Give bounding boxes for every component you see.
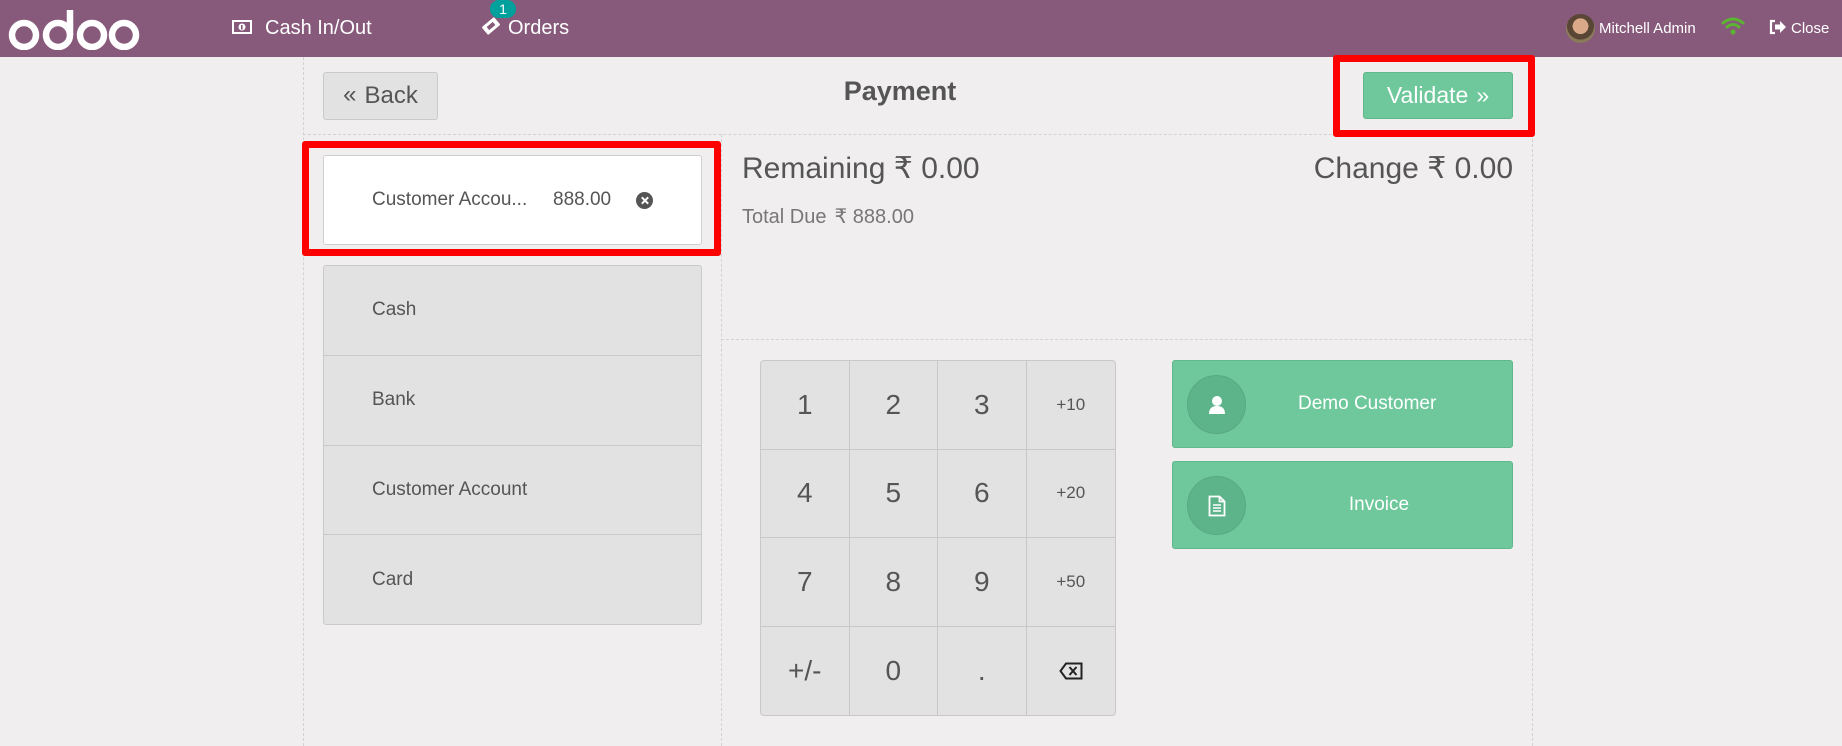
payment-methods-list: Cash Bank Customer Account Card xyxy=(323,265,702,625)
payment-line[interactable]: Customer Accou... 888.00 xyxy=(323,155,702,245)
payment-method-bank[interactable]: Bank xyxy=(324,356,701,446)
remove-payment-line-icon[interactable] xyxy=(636,192,653,209)
user-menu[interactable]: Mitchell Admin xyxy=(1566,0,1696,57)
payment-method-customer-account[interactable]: Customer Account xyxy=(324,446,701,536)
user-icon xyxy=(1187,375,1246,434)
pos-header: Cash In/Out 1 Orders Mitchell Admin Clos… xyxy=(0,0,1842,57)
page-title: Payment xyxy=(843,76,957,106)
top-divider xyxy=(303,134,1532,135)
numpad-key-6[interactable]: 6 xyxy=(938,449,1027,538)
change-value: ₹ 0.00 xyxy=(1427,152,1513,185)
payment-method-cash[interactable]: Cash xyxy=(324,266,701,356)
user-name: Mitchell Admin xyxy=(1599,20,1696,37)
customer-name: Demo Customer xyxy=(1298,393,1437,414)
numpad-key-decimal[interactable]: . xyxy=(938,626,1027,715)
double-chevron-left-icon: « xyxy=(343,81,357,108)
payment-method-label: Cash xyxy=(372,299,417,321)
payment-line-method: Customer Accou... xyxy=(372,189,528,210)
payment-method-label: Card xyxy=(372,569,414,591)
back-label: Back xyxy=(364,82,418,109)
remaining-label: Remaining xyxy=(742,152,886,185)
numpad-key-5[interactable]: 5 xyxy=(849,449,938,538)
backspace-icon xyxy=(1059,662,1083,680)
invoice-toggle-button[interactable]: Invoice xyxy=(1172,461,1513,549)
total-due-label: Total Due xyxy=(742,206,827,228)
cash-in-out-button[interactable]: Cash In/Out xyxy=(232,0,372,57)
ticket-icon: 1 xyxy=(480,0,516,43)
orders-count-badge: 1 xyxy=(490,0,516,18)
user-avatar xyxy=(1566,14,1595,43)
numpad-key-plus-20[interactable]: +20 xyxy=(1026,450,1115,538)
numpad: 1 2 3 +10 4 5 6 +20 7 8 9 +50 +/- 0 . xyxy=(760,360,1116,716)
payment-method-label: Customer Account xyxy=(372,478,528,500)
numpad-key-2[interactable]: 2 xyxy=(849,361,938,450)
numpad-key-8[interactable]: 8 xyxy=(849,538,938,627)
numpad-key-backspace[interactable] xyxy=(1027,627,1116,716)
close-button[interactable]: Close xyxy=(1769,0,1829,57)
total-due-value: ₹ 888.00 xyxy=(834,206,914,228)
sign-out-icon xyxy=(1769,19,1787,39)
wifi-icon[interactable] xyxy=(1721,16,1745,41)
numpad-key-4[interactable]: 4 xyxy=(761,449,850,538)
odoo-logo xyxy=(8,10,140,50)
left-divider xyxy=(303,57,304,746)
right-divider xyxy=(1532,134,1533,746)
invoice-label: Invoice xyxy=(1348,494,1410,515)
validate-button[interactable]: Validate » xyxy=(1363,72,1513,119)
change-amount: Change ₹ 0.00 xyxy=(1314,151,1513,186)
total-due: Total Due ₹ 888.00 xyxy=(742,204,914,229)
back-button[interactable]: « Back xyxy=(323,72,438,120)
set-customer-button[interactable]: Demo Customer xyxy=(1172,360,1513,448)
numpad-key-0[interactable]: 0 xyxy=(850,626,938,715)
numpad-key-9[interactable]: 9 xyxy=(938,538,1027,627)
numpad-key-1[interactable]: 1 xyxy=(761,361,850,450)
payment-method-label: Bank xyxy=(372,389,416,411)
status-divider xyxy=(721,339,1532,340)
change-label: Change xyxy=(1313,152,1419,185)
orders-label: Orders xyxy=(508,17,570,39)
orders-button[interactable]: 1 Orders xyxy=(480,0,569,57)
numpad-key-3[interactable]: 3 xyxy=(938,361,1027,450)
payment-method-card[interactable]: Card xyxy=(324,535,701,624)
remaining-amount: Remaining ₹ 0.00 xyxy=(742,151,980,186)
numpad-key-plus-10[interactable]: +10 xyxy=(1026,361,1115,450)
payment-line-amount: 888.00 xyxy=(553,189,612,210)
numpad-key-7[interactable]: 7 xyxy=(761,538,850,627)
validate-label: Validate xyxy=(1386,82,1469,108)
middle-divider xyxy=(721,134,722,746)
file-text-icon xyxy=(1187,476,1246,535)
numpad-key-plus-50[interactable]: +50 xyxy=(1026,538,1115,627)
close-label: Close xyxy=(1791,20,1830,37)
numpad-key-plus-minus[interactable]: +/- xyxy=(761,626,850,715)
remaining-value: ₹ 0.00 xyxy=(893,152,980,185)
money-icon xyxy=(232,17,252,40)
cash-in-out-label: Cash In/Out xyxy=(265,17,372,39)
double-chevron-right-icon: » xyxy=(1476,82,1490,108)
